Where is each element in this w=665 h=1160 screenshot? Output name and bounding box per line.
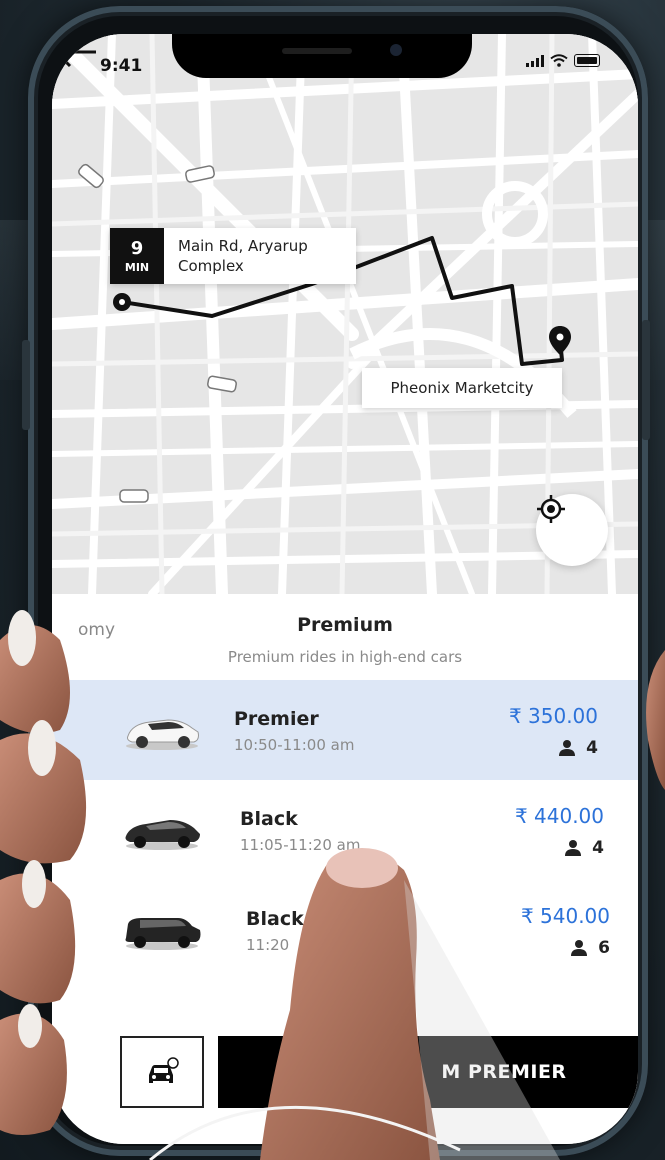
car-white-icon — [126, 719, 199, 750]
ride-seat-count: 4 — [586, 738, 598, 758]
rider-options-button[interactable] — [120, 1036, 204, 1108]
status-icons — [526, 54, 600, 67]
route-map[interactable]: 9 MIN Main Rd, Aryarup Complex Pheonix M… — [52, 34, 638, 594]
suv-black-icon — [125, 918, 201, 950]
ride-name: Premier — [234, 708, 319, 730]
ride-options-list: Premier 10:50-11:00 am ₹ 350.00 4 Black … — [52, 680, 638, 980]
ride-option-black-suv[interactable]: Black 11:20 ₹ 540.00 6 — [52, 880, 638, 980]
ride-time: 11:20 — [246, 936, 290, 954]
crosshair-icon — [537, 495, 565, 523]
ride-name: Black — [240, 808, 298, 830]
ride-seat-count: 6 — [598, 938, 610, 958]
ride-seats: 4 — [564, 838, 604, 858]
taxi-chat-icon — [149, 1057, 179, 1083]
phone-volume-button — [22, 340, 30, 430]
pickup-card: 9 MIN Main Rd, Aryarup Complex — [110, 228, 356, 284]
ride-seat-count: 4 — [592, 838, 604, 858]
ride-selection-sheet: omy Premium Premium rides in high-end ca… — [52, 594, 638, 1144]
ride-price: ₹ 540.00 — [520, 904, 610, 928]
ride-option-premier[interactable]: Premier 10:50-11:00 am ₹ 350.00 4 — [52, 680, 638, 780]
ride-price: ₹ 440.00 — [514, 804, 604, 828]
eta-badge: 9 MIN — [110, 228, 164, 284]
pickup-address: Main Rd, Aryarup Complex — [178, 237, 308, 275]
category-title[interactable]: Premium — [52, 614, 638, 636]
phone-notch — [172, 34, 472, 78]
wifi-icon — [550, 54, 568, 67]
home-indicator — [280, 1114, 420, 1119]
person-icon — [571, 940, 588, 956]
destination-label: Pheonix Marketcity — [390, 379, 534, 397]
ride-price: ₹ 350.00 — [508, 704, 598, 728]
phone-power-button — [642, 320, 650, 440]
status-bar: 9:41 — [52, 34, 638, 94]
eta-value: 9 — [130, 237, 144, 259]
bottom-action-bar: M PREMIER — [52, 1018, 638, 1108]
app-screen: 9 MIN Main Rd, Aryarup Complex Pheonix M… — [52, 34, 638, 1144]
person-icon — [559, 740, 576, 756]
person-icon — [565, 840, 582, 856]
ride-time: 11:05-11:20 am — [240, 836, 361, 854]
ride-seats: 6 — [570, 938, 610, 958]
battery-icon — [574, 54, 600, 67]
ride-option-black[interactable]: Black 11:05-11:20 am ₹ 440.00 4 — [52, 780, 638, 880]
confirm-ride-button[interactable]: M PREMIER — [218, 1036, 638, 1108]
eta-unit: MIN — [124, 260, 150, 274]
destination-card: Pheonix Marketcity — [362, 368, 562, 408]
confirm-ride-label: M PREMIER — [441, 1061, 567, 1083]
ride-name: Black — [246, 908, 304, 930]
category-subtitle: Premium rides in high-end cars — [227, 648, 463, 666]
signal-icon — [526, 54, 544, 67]
status-time: 9:41 — [100, 56, 143, 76]
ride-seats: 4 — [558, 738, 598, 758]
ride-time: 10:50-11:00 am — [234, 736, 355, 754]
car-black-icon — [125, 820, 200, 850]
locate-me-button[interactable] — [536, 494, 608, 566]
